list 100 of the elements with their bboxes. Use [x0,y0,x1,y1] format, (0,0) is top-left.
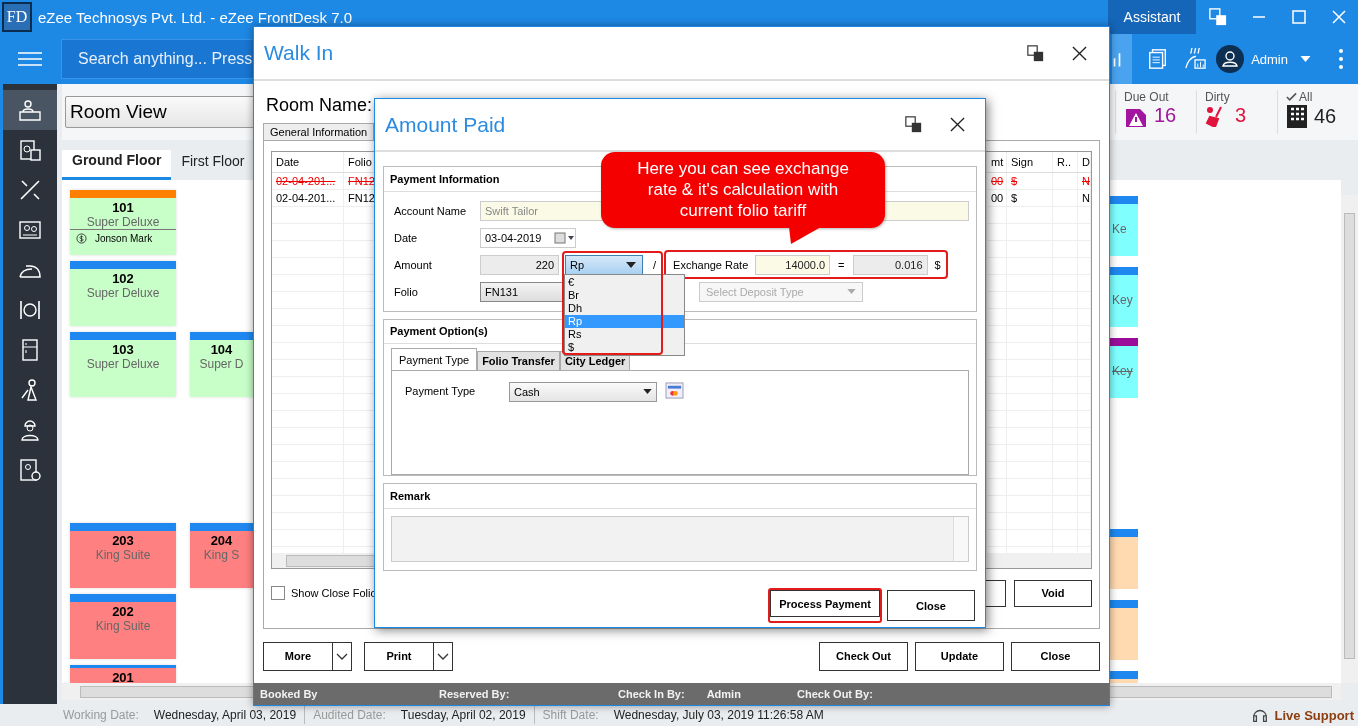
split-button-label[interactable]: More [264,642,333,670]
room-number: 203 [112,533,134,548]
room-tile[interactable]: 202 King Suite [70,594,176,659]
room-number: 201 [112,670,134,683]
field-label: Account Name [394,204,468,217]
footer-label: Check In By: [618,688,685,701]
live-support-link[interactable]: Live Support [1274,707,1354,723]
room-tile[interactable]: 103 Super Deluxe [70,332,176,397]
stat-label: Due Out [1124,90,1169,104]
split-button-label[interactable]: Print [365,642,434,670]
column-header[interactable]: Date [272,152,344,173]
room-number: 101 [112,200,134,215]
field-label: Date [394,231,419,244]
column-header[interactable]: mt [987,152,1007,173]
room-type: Super Deluxe [86,286,160,300]
void-button[interactable]: Void [1014,579,1092,607]
room-number: 202 [112,604,134,619]
status-label: Audited Date: [313,708,386,722]
exchange-rate-field[interactable]: 14000.0 [755,254,831,275]
field-label: Folio [394,285,419,298]
floor-tab[interactable]: First Floor [171,150,255,180]
split-button[interactable]: Print [364,641,453,671]
table-cell: 02-04-201... [276,175,336,188]
general-information-tab[interactable]: General Information [263,123,375,141]
room-tile[interactable]: 101 Super Deluxe Jonson Mark [70,190,176,255]
footer-label: Booked By [260,688,318,701]
room-type: Super Deluxe [86,215,160,229]
room-tile[interactable]: 104 Super D [190,332,253,397]
room-number: 103 [112,342,134,357]
status-label: Working Date: [63,708,139,722]
stat-count: 46 [1314,104,1337,128]
room-number: 204 [210,533,233,548]
payment-type-dropdown[interactable]: Cash [509,381,657,402]
dialog-button[interactable]: Check Out [819,641,908,671]
status-value: Tuesday, April 02, 2019 [400,708,526,722]
guest-name: Jonson Mark [95,233,153,244]
room-tile[interactable]: 204 King S [190,523,253,588]
room-type: King S [203,548,240,562]
table-cell: FN12 [348,175,375,188]
table-cell: FN12 [348,192,375,205]
room-type: King Suite [95,548,151,562]
table-cell: N [1082,175,1090,188]
stat-label: All [1299,90,1313,104]
footer-value: Admin [706,688,741,701]
dialog-button[interactable]: Update [915,641,1004,671]
column-header[interactable]: R.. [1053,152,1078,173]
window-title: eZee Technosys Pvt. Ltd. - eZee FrontDesk 7.0 [38,8,353,26]
room-tile[interactable]: Ke [1110,196,1138,256]
table-cell: 02-04-201... [276,192,336,205]
column-header[interactable]: D [1078,152,1091,173]
payment-tab[interactable]: Payment Type [391,347,478,370]
status-value: Wednesday, July 03, 2019 11:26:58 AM [613,708,824,722]
status-value: Wednesday, April 03, 2019 [153,708,297,722]
room-number: 102 [112,271,134,286]
user-name[interactable]: Admin [1251,51,1288,67]
amount-field[interactable]: 220 [480,254,559,275]
table-cell: N [1082,192,1090,205]
currency-symbol: $ [934,258,941,271]
split-button[interactable]: More [263,641,352,671]
room-tile[interactable]: Key [1110,267,1138,327]
section-heading: Payment Information [390,173,500,185]
table-cell: $ [1011,175,1018,188]
field-label: Exchange Rate [673,258,750,271]
room-tile[interactable]: Key [1110,338,1138,398]
floor-tab[interactable]: Ground Floor [62,150,172,180]
dialog-button[interactable]: Process Payment [770,590,880,617]
room-tile[interactable]: 201 [70,665,176,683]
app-logo: FD [2,2,32,32]
room-type: Ke [1112,222,1128,236]
table-cell: $ [1011,192,1018,205]
dialog-button[interactable]: Close [1011,641,1100,671]
checkbox-label: Show Close Folic [291,587,376,600]
table-cell: 00 [991,192,1004,205]
footer-label: Reserved By: [439,688,510,701]
table-cell: 00 [991,175,1004,188]
currency-dropdown[interactable]: Rp [565,254,643,275]
separator-text: / [653,258,657,271]
assistant-button[interactable]: Assistant [1108,0,1196,34]
room-type: King Suite [95,619,151,633]
room-type: Key [1112,293,1134,307]
footer-label: Check Out By: [797,688,873,701]
converted-amount-field[interactable]: 0.016 [852,254,928,275]
field-label: Payment Type [405,384,477,397]
section-heading: Payment Option(s) [390,325,488,338]
column-header[interactable]: Sign [1007,152,1053,173]
callout-bubble: Here you can see exchange rate & it's calculation with current folio tariff [601,152,885,228]
room-name-label: Room Name: [266,95,374,117]
payment-tab[interactable]: Folio Transfer [477,350,560,370]
room-tile[interactable]: 102 Super Deluxe [70,261,176,326]
date-field[interactable]: 03-04-2019 [480,227,576,248]
equals-text: = [838,258,845,271]
room-tile[interactable]: 203 King Suite [70,523,176,588]
stat-label: Dirty [1205,90,1230,104]
room-type: Super D [199,357,244,371]
room-type: Super Deluxe [86,357,160,371]
field-label: Amount [394,258,433,271]
dialog-button[interactable]: Close [887,590,975,621]
dialog-title: Amount Paid [385,112,506,137]
section-heading: Remark [390,490,431,502]
room-type: Key [1112,364,1134,378]
